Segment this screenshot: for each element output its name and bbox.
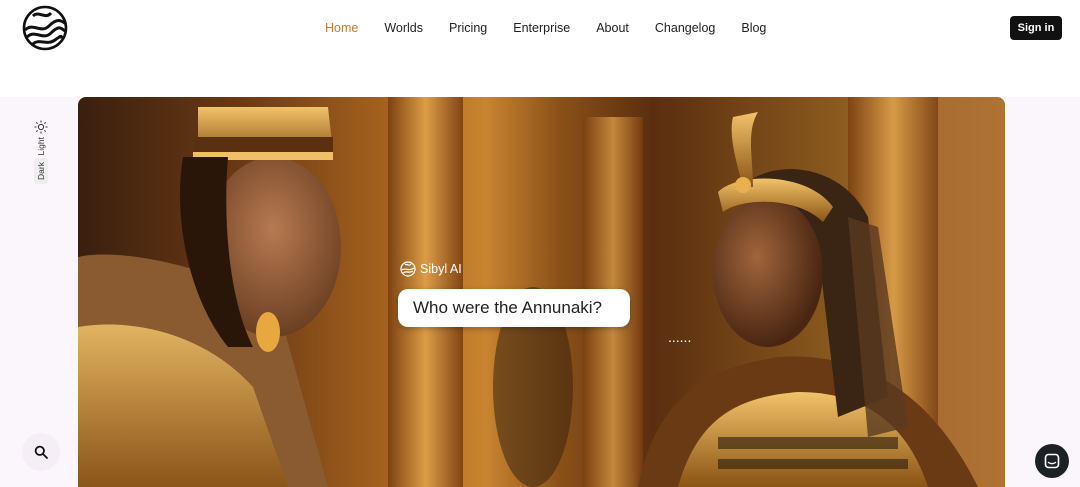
nav-pricing[interactable]: Pricing — [436, 20, 500, 37]
nav-enterprise[interactable]: Enterprise — [500, 20, 583, 37]
typing-indicator: ...... — [668, 329, 692, 345]
sign-in-button[interactable]: Sign in — [1010, 16, 1062, 40]
dark-theme-option[interactable]: Dark — [34, 158, 48, 185]
main-nav: Home Worlds Pricing Enterprise About Cha… — [312, 20, 779, 37]
site-header: Home Worlds Pricing Enterprise About Cha… — [0, 0, 1080, 97]
search-button[interactable] — [22, 433, 60, 471]
nav-home[interactable]: Home — [312, 20, 371, 37]
hero-image: Sibyl AI Who were the Annunaki? ...... — [78, 97, 1005, 487]
sibyl-ai-brand: Sibyl AI — [400, 261, 462, 277]
sibyl-logo-icon — [400, 261, 416, 277]
logo-icon[interactable] — [21, 4, 69, 52]
nav-worlds[interactable]: Worlds — [371, 20, 436, 37]
sun-icon[interactable] — [34, 120, 48, 134]
nav-blog[interactable]: Blog — [728, 20, 779, 37]
chat-launcher-button[interactable] — [1035, 444, 1069, 478]
search-icon — [34, 445, 48, 459]
nav-about[interactable]: About — [583, 20, 642, 37]
theme-toggle: Light Dark — [31, 120, 51, 198]
brand-label: Sibyl AI — [420, 262, 462, 276]
chat-question-bubble: Who were the Annunaki? — [398, 289, 630, 327]
light-theme-option[interactable]: Light — [36, 134, 46, 158]
nav-changelog[interactable]: Changelog — [642, 20, 728, 37]
chat-icon — [1044, 453, 1060, 469]
